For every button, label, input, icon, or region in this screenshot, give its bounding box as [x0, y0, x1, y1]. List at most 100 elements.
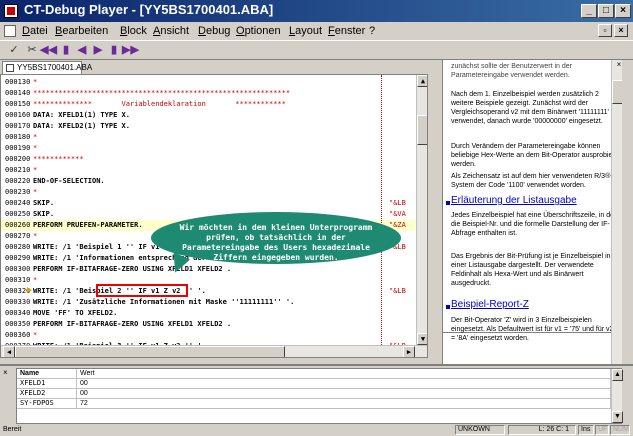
- variables-scrollbar[interactable]: ▲ ▼: [611, 369, 623, 423]
- code-line[interactable]: 000330 WRITE: /1 'Zusätzliche Information…: [1, 297, 427, 308]
- help-heading[interactable]: Beispiel-Report-Z: [451, 300, 619, 310]
- code-text: DATA: XFELD2(1) TYPE X.: [33, 122, 130, 130]
- code-line[interactable]: 000190 *: [1, 143, 427, 154]
- code-line[interactable]: 000220 END-OF-SELECTION.: [1, 176, 427, 187]
- help-text: Nach dem 1. Einzelbeispiel werden zusätz…: [451, 91, 609, 125]
- code-line[interactable]: 000300 PERFORM IF-BITAFRAGE-ZERO USING XF…: [1, 264, 427, 275]
- code-text: *: [33, 331, 38, 339]
- menu-layout[interactable]: Layout: [289, 25, 322, 37]
- line-number: 000130: [5, 78, 31, 86]
- line-number: 000170: [5, 122, 31, 130]
- toolbar: ✓ ✂ ◀◀ ▮ ◀ ▶ ▮ ▶▶: [0, 40, 633, 60]
- help-text: Als Zeichensatz ist auf dem hier verwend…: [451, 173, 613, 189]
- line-number: 000190: [5, 144, 31, 152]
- cut-icon[interactable]: ✂: [24, 43, 40, 58]
- line-number: 000310: [5, 276, 31, 284]
- code-text: *: [33, 78, 38, 86]
- mdi-close-button[interactable]: ×: [614, 24, 628, 37]
- code-line[interactable]: 000310 *: [1, 275, 427, 286]
- menu-debug[interactable]: Debug: [198, 25, 230, 37]
- scroll-down-icon[interactable]: ▼: [417, 333, 427, 345]
- code-line[interactable]: 000360 *: [1, 330, 427, 341]
- close-button[interactable]: ×: [615, 4, 631, 18]
- code-line[interactable]: 000150 ************** Variablendeklaratio…: [1, 99, 427, 110]
- scroll-up-icon[interactable]: ▲: [417, 75, 427, 87]
- status-mode: UNKOWN: [455, 425, 505, 435]
- scroll-down-icon[interactable]: ▼: [612, 411, 623, 423]
- menu-block[interactable]: Block: [120, 25, 147, 37]
- help-scroll-thumb[interactable]: [612, 80, 622, 104]
- code-text: *: [33, 276, 38, 284]
- code-line[interactable]: 000200 ************: [1, 154, 427, 165]
- code-line[interactable]: 000320 WRITE: /1 'Beispiel 2 '' IF v1 Z v…: [1, 286, 427, 297]
- code-text: PERFORM PRUEFEN-PARAMETER.: [33, 221, 143, 229]
- scroll-thumb[interactable]: [417, 115, 427, 145]
- help-scrollbar[interactable]: [611, 60, 622, 364]
- line-number: 000250: [5, 210, 31, 218]
- line-number: 000300: [5, 265, 31, 273]
- variable-name[interactable]: SY-FDPOS: [17, 399, 77, 409]
- code-line[interactable]: 000240 SKIP. "&LB: [1, 198, 427, 209]
- minimize-button[interactable]: _: [581, 4, 597, 18]
- tab-file[interactable]: YY5BS1700401.ABA: [2, 61, 92, 74]
- check-icon[interactable]: ✓: [6, 43, 22, 58]
- scroll-left-icon[interactable]: ◀: [3, 346, 15, 357]
- line-number: 000360: [5, 331, 31, 339]
- line-number: 000240: [5, 199, 31, 207]
- menu-optionen[interactable]: Optionen: [236, 25, 281, 37]
- code-text: ****************************************…: [33, 89, 291, 97]
- current-line-arrow-icon: [27, 287, 32, 293]
- stop-icon[interactable]: ▮: [58, 43, 74, 58]
- status-bar: Bereit UNKOWN L: 26 C: 1 Ins UF NUM: [0, 424, 633, 436]
- code-line[interactable]: 000140 **********************************…: [1, 88, 427, 99]
- code-line[interactable]: 000180 *: [1, 132, 427, 143]
- line-number: 000180: [5, 133, 31, 141]
- code-text: DATA: XFELD1(1) TYPE X.: [33, 111, 130, 119]
- menu-bar: Datei Bearbeiten Block Ansicht Debug Opt…: [0, 22, 633, 40]
- code-horizontal-scrollbar[interactable]: ◀ ▶: [1, 345, 427, 357]
- menu-bearbeiten[interactable]: Bearbeiten: [55, 25, 108, 37]
- column-header-name[interactable]: Name: [17, 369, 77, 379]
- variable-value[interactable]: 00: [77, 379, 611, 389]
- scroll-right-icon[interactable]: ▶: [403, 346, 415, 357]
- code-line[interactable]: 000230 *: [1, 187, 427, 198]
- help-close-icon[interactable]: ×: [614, 60, 624, 70]
- tab-label: YY5BS1700401.ABA: [17, 63, 93, 72]
- help-text: zunächst sollte der Benutzerwert in der …: [451, 63, 573, 79]
- menu-help[interactable]: ?: [369, 25, 375, 37]
- line-marker: "&LB: [389, 199, 406, 207]
- step-forward-icon[interactable]: ▶: [90, 43, 106, 58]
- variable-name[interactable]: XFELD1: [17, 379, 77, 389]
- scroll-up-icon[interactable]: ▲: [612, 369, 623, 381]
- variable-value[interactable]: 72: [77, 399, 611, 409]
- variable-value[interactable]: 00: [77, 389, 611, 399]
- step-back-icon[interactable]: ◀: [74, 43, 90, 58]
- hscroll-thumb[interactable]: [15, 346, 285, 357]
- maximize-button[interactable]: □: [598, 4, 614, 18]
- line-number: 000260: [5, 221, 31, 229]
- menu-datei[interactable]: Datei: [22, 25, 48, 37]
- document-icon[interactable]: [4, 25, 16, 37]
- fast-forward-icon[interactable]: ▶▶: [122, 43, 139, 58]
- code-editor[interactable]: 000130 * 000140 ***************************…: [0, 74, 428, 358]
- variable-name[interactable]: XFELD2: [17, 389, 77, 399]
- code-line[interactable]: 000170 DATA: XFELD2(1) TYPE X.: [1, 121, 427, 132]
- rewind-icon[interactable]: ◀◀: [40, 43, 57, 58]
- pane-close-icon[interactable]: ×: [3, 368, 8, 377]
- code-line[interactable]: 000130 *: [1, 77, 427, 88]
- mdi-restore-button[interactable]: ▫: [598, 24, 612, 37]
- code-vertical-scrollbar[interactable]: ▲ ▼: [416, 75, 427, 345]
- menu-ansicht[interactable]: Ansicht: [153, 25, 189, 37]
- title-bar: CT-Debug Player - [YY5BS1700401.ABA] _ □…: [0, 0, 633, 22]
- code-line[interactable]: 000160 DATA: XFELD1(1) TYPE X.: [1, 110, 427, 121]
- code-text: END-OF-SELECTION.: [33, 177, 105, 185]
- code-line[interactable]: 000350 PERFORM IF-BITAFRAGE-ZERO USING XF…: [1, 319, 427, 330]
- code-line[interactable]: 000210 *: [1, 165, 427, 176]
- help-heading[interactable]: Erläuterung der Listausgabe: [451, 196, 619, 206]
- column-header-value[interactable]: Wert: [77, 369, 611, 379]
- code-line[interactable]: 000340 MOVE 'FF' TO XFELD2.: [1, 308, 427, 319]
- menu-fenster[interactable]: Fenster: [328, 25, 365, 37]
- line-number: 000150: [5, 100, 31, 108]
- code-text: ************** Variablendeklaration ****…: [33, 100, 286, 108]
- pause-icon[interactable]: ▮: [106, 43, 122, 58]
